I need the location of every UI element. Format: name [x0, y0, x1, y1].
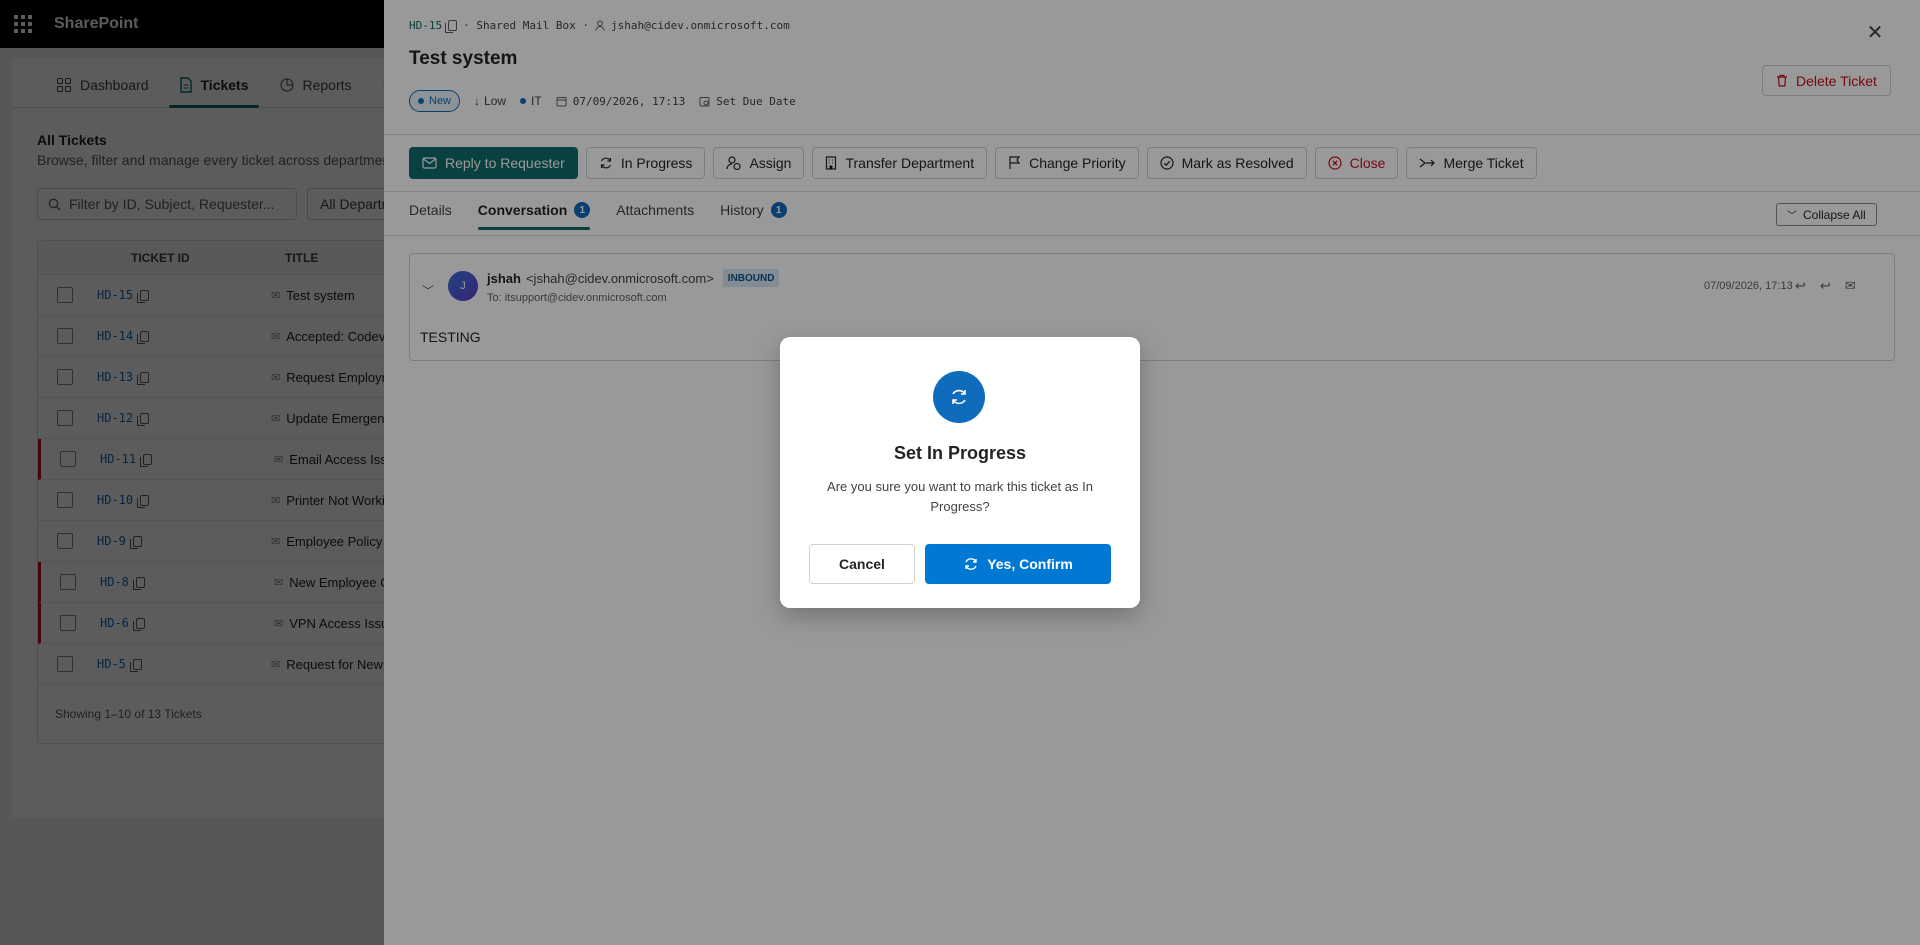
confirm-dialog: Set In Progress Are you sure you want to… — [780, 337, 1140, 608]
dialog-message: Are you sure you want to mark this ticke… — [827, 479, 1093, 514]
refresh-icon — [933, 371, 985, 423]
confirm-button[interactable]: Yes, Confirm — [925, 544, 1111, 584]
cancel-button[interactable]: Cancel — [809, 544, 915, 584]
dialog-title: Set In Progress — [893, 443, 1027, 463]
refresh-icon — [965, 558, 977, 570]
confirm-label: Yes, Confirm — [987, 556, 1073, 572]
